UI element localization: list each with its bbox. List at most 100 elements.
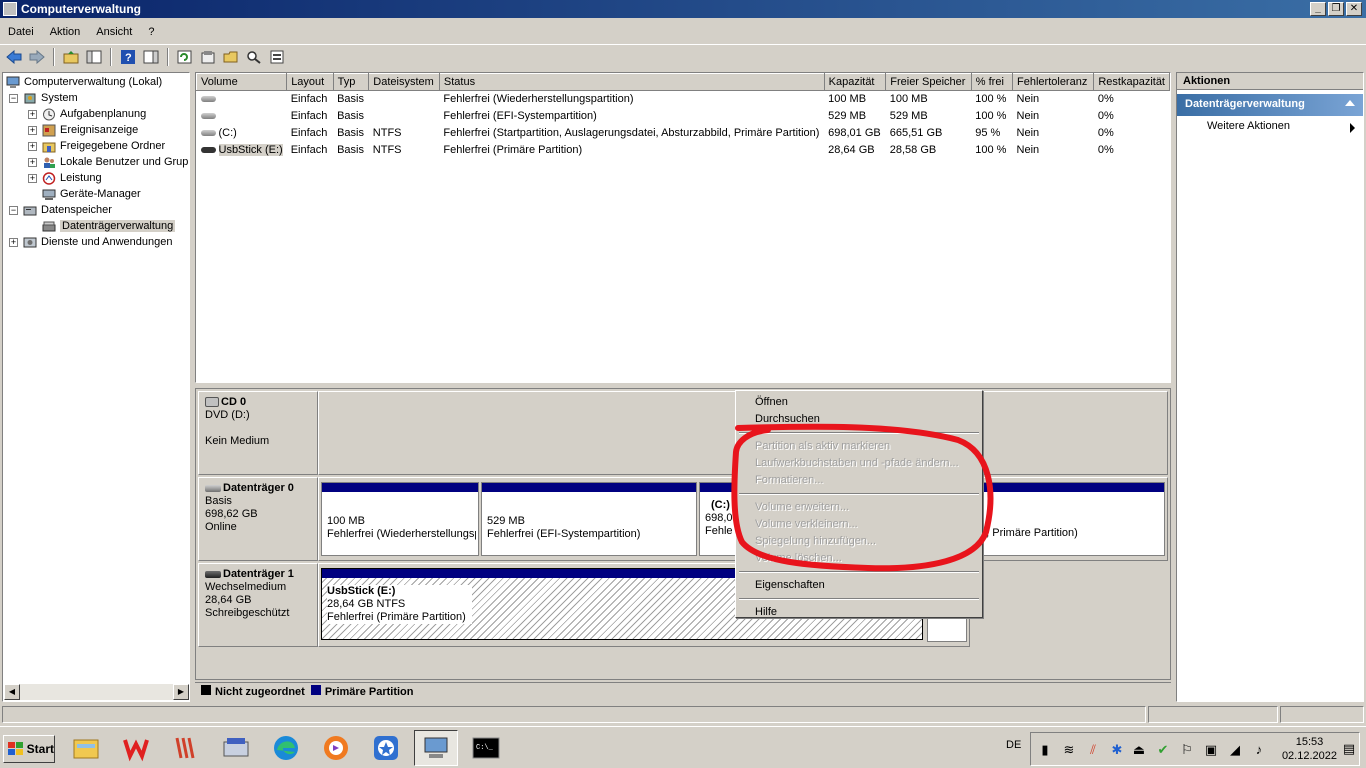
- column-header[interactable]: Kapazität: [823, 73, 887, 91]
- disk-properties-icon[interactable]: [267, 47, 287, 67]
- close-button[interactable]: ✕: [1346, 2, 1362, 16]
- wps-tray-icon[interactable]: ⫽: [1085, 742, 1101, 758]
- menu-ansicht[interactable]: Ansicht: [88, 26, 140, 38]
- taskbar-app-computer-management[interactable]: [414, 730, 458, 766]
- bluetooth-icon[interactable]: ✱: [1109, 742, 1125, 758]
- menu-aktion[interactable]: Aktion: [42, 26, 89, 38]
- tree-item-ereignisanzeige[interactable]: + Ereignisanzeige: [28, 122, 138, 138]
- menu-item-help[interactable]: Hilfe: [738, 604, 980, 621]
- show-hide-tree-icon[interactable]: [84, 47, 104, 67]
- collapse-arrow-icon[interactable]: [1345, 100, 1355, 106]
- collapse-icon[interactable]: −: [9, 205, 18, 215]
- collapse-icon[interactable]: −: [9, 93, 18, 103]
- computer-icon: [5, 75, 21, 89]
- flag-icon[interactable]: ⚐: [1179, 742, 1195, 758]
- column-header[interactable]: Freier Speicher: [885, 73, 972, 91]
- column-header[interactable]: Restkapazität: [1093, 73, 1170, 91]
- taskbar-app-cmd[interactable]: C:\_: [464, 730, 508, 766]
- signal-icon[interactable]: ◢: [1227, 742, 1243, 758]
- menu-item-format[interactable]: Formatieren...: [738, 472, 980, 489]
- menu-item-delete-volume[interactable]: Volume löschen...: [738, 550, 980, 567]
- forward-icon[interactable]: [27, 47, 47, 67]
- properties-icon[interactable]: [198, 47, 218, 67]
- menu-item-mark-active[interactable]: Partition als aktiv markieren: [738, 438, 980, 455]
- taskbar-app-writer[interactable]: [164, 730, 208, 766]
- start-button[interactable]: Start: [3, 735, 55, 763]
- menu-item-extend-volume[interactable]: Volume erweitern...: [738, 499, 980, 516]
- column-header[interactable]: Status: [438, 73, 825, 91]
- menu-item-properties[interactable]: Eigenschaften: [738, 577, 980, 594]
- tree-label: Datenspeicher: [41, 204, 112, 216]
- expand-icon[interactable]: +: [28, 109, 37, 119]
- expand-icon[interactable]: +: [28, 125, 37, 135]
- menu-item-open[interactable]: Öffnen: [738, 394, 980, 411]
- scroll-left-button[interactable]: ◀: [4, 684, 20, 700]
- open-folder-icon[interactable]: [221, 47, 241, 67]
- table-row[interactable]: Einfach Basis Fehlerfrei (EFI-Systempart…: [197, 108, 1170, 125]
- notification-icon[interactable]: ▤: [1341, 741, 1357, 757]
- menu-item-browse[interactable]: Durchsuchen: [738, 411, 980, 428]
- tree-item-aufgabenplanung[interactable]: + Aufgabenplanung: [28, 106, 146, 122]
- menu-item-shrink-volume[interactable]: Volume verkleinern...: [738, 516, 980, 533]
- bar-chart-icon[interactable]: ▮: [1037, 742, 1053, 758]
- refresh-icon[interactable]: [175, 47, 195, 67]
- security-tray-icon[interactable]: ✔: [1155, 742, 1171, 758]
- tree-item-geraete-manager[interactable]: Geräte-Manager: [41, 186, 141, 202]
- disk-label-cd0[interactable]: CD 0 DVD (D:) Kein Medium: [198, 391, 318, 475]
- disk-label-disk0[interactable]: Datenträger 0 Basis 698,62 GB Online: [198, 477, 318, 561]
- table-row[interactable]: UsbStick (E:) Einfach Basis NTFS Fehlerf…: [197, 142, 1170, 159]
- back-icon[interactable]: [4, 47, 24, 67]
- table-row[interactable]: (C:) Einfach Basis NTFS Fehlerfrei (Star…: [197, 125, 1170, 142]
- taskbar-app-keyboard[interactable]: [214, 730, 258, 766]
- tree-item-lokale-benutzer[interactable]: + Lokale Benutzer und Gruppen: [28, 154, 189, 170]
- show-action-pane-icon[interactable]: [141, 47, 161, 67]
- partition-remainder[interactable]: [927, 618, 967, 642]
- taskbar-app-star[interactable]: [364, 730, 408, 766]
- column-header[interactable]: Layout: [286, 73, 334, 91]
- taskbar-app-edge[interactable]: [264, 730, 308, 766]
- usb-tray-icon[interactable]: ⏏: [1131, 742, 1147, 758]
- table-row[interactable]: Einfach Basis Fehlerfrei (Wiederherstell…: [197, 91, 1170, 108]
- up-folder-icon[interactable]: [61, 47, 81, 67]
- column-header[interactable]: Fehlertoleranz: [1012, 73, 1095, 91]
- disk-label-disk1[interactable]: Datenträger 1 Wechselmedium 28,64 GB Sch…: [198, 563, 318, 647]
- taskbar-app-wps[interactable]: [114, 730, 158, 766]
- menu-item-change-drive-letter[interactable]: Laufwerkbuchstaben und -pfade ändern...: [738, 455, 980, 472]
- column-header[interactable]: % frei: [970, 73, 1014, 91]
- volume-icon[interactable]: ♪: [1251, 742, 1267, 758]
- column-header[interactable]: Typ: [332, 73, 370, 91]
- tree-root[interactable]: Computerverwaltung (Lokal): [5, 74, 162, 90]
- tree-item-datentraegerverwaltung[interactable]: Datenträgerverwaltung: [41, 218, 176, 234]
- tree-horizontal-scrollbar[interactable]: ◀ ▶: [4, 684, 189, 700]
- keyboard-language[interactable]: DE: [1006, 739, 1021, 751]
- more-actions-item[interactable]: Weitere Aktionen: [1177, 116, 1363, 136]
- tree-label: Ereignisanzeige: [60, 124, 139, 136]
- menu-datei[interactable]: Datei: [0, 26, 42, 38]
- column-header[interactable]: Volume: [195, 73, 288, 91]
- expand-icon[interactable]: +: [9, 237, 18, 247]
- menu-item-add-mirror[interactable]: Spiegelung hinzufügen...: [738, 533, 980, 550]
- expand-icon[interactable]: +: [28, 141, 37, 151]
- partition-efi[interactable]: 529 MB Fehlerfrei (EFI-Systempartition): [481, 482, 697, 556]
- tree-item-leistung[interactable]: + Leistung: [28, 170, 102, 186]
- help-icon[interactable]: ?: [118, 47, 138, 67]
- actions-section-disk-management[interactable]: Datenträgerverwaltung: [1177, 94, 1363, 116]
- network-tray-icon[interactable]: ≋: [1061, 742, 1077, 758]
- expand-icon[interactable]: +: [28, 173, 37, 183]
- tree-node-system[interactable]: − System: [9, 90, 78, 106]
- search-icon[interactable]: [244, 47, 264, 67]
- tree-item-freigegebene-ordner[interactable]: + Freigegebene Ordner: [28, 138, 165, 154]
- tree-node-dienste[interactable]: + Dienste und Anwendungen: [9, 234, 173, 250]
- taskbar-app-explorer[interactable]: [64, 730, 108, 766]
- taskbar-app-browser[interactable]: [314, 730, 358, 766]
- column-header[interactable]: Dateisystem: [368, 73, 440, 91]
- scroll-right-button[interactable]: ▶: [173, 684, 189, 700]
- minimize-button[interactable]: _: [1310, 2, 1326, 16]
- restore-button[interactable]: ❐: [1328, 2, 1344, 16]
- clock[interactable]: 15:53 02.12.2022: [1282, 735, 1337, 763]
- tree-node-datenspeicher[interactable]: − Datenspeicher: [9, 202, 112, 218]
- safely-remove-icon[interactable]: ▣: [1203, 742, 1219, 758]
- partition-recovery[interactable]: 100 MB Fehlerfrei (Wiederherstellungspar…: [321, 482, 479, 556]
- menu-help[interactable]: ?: [140, 26, 162, 38]
- expand-icon[interactable]: +: [28, 157, 37, 167]
